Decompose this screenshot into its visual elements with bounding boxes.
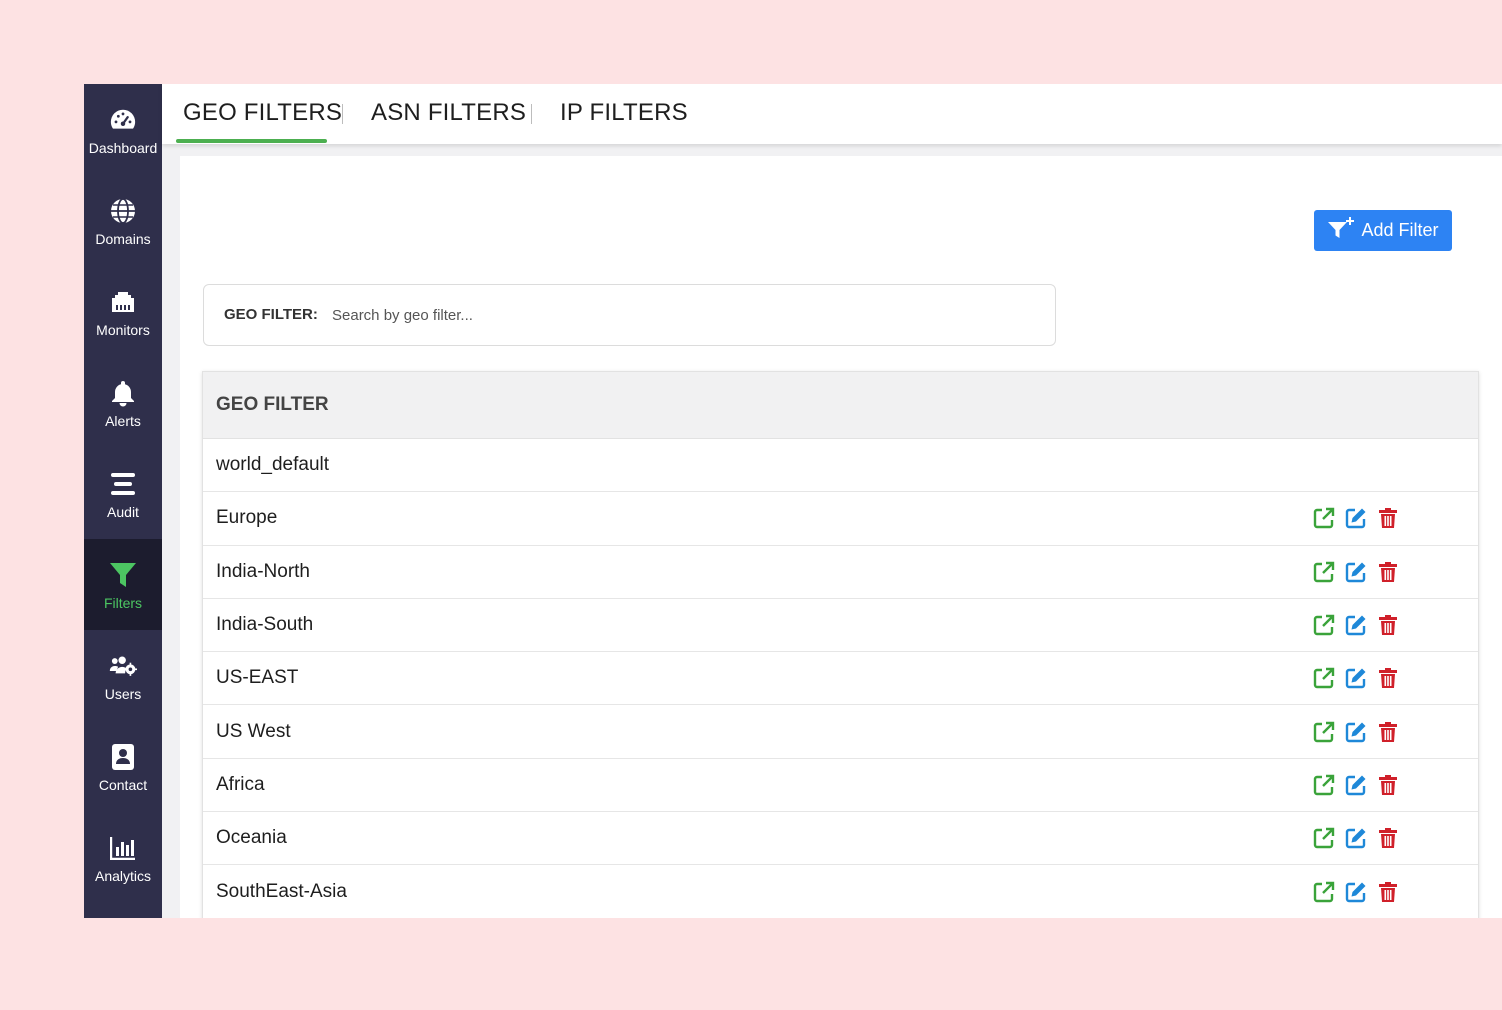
geo-filter-name: world_default [216,454,330,476]
gauge-icon [109,106,137,134]
trash-icon[interactable] [1377,561,1399,583]
filter-icon [109,561,137,589]
open-external-icon[interactable] [1313,667,1335,689]
edit-icon[interactable] [1345,881,1367,903]
open-external-icon[interactable] [1313,507,1335,529]
sidebar-item-label: Filters [103,595,143,611]
main-content: Add Filter GEO FILTER: GEO FILTER world_… [180,156,1502,918]
geo-filter-name: Africa [216,773,265,795]
bell-icon [109,379,137,407]
table-row[interactable]: SouthEast-Asia [203,865,1478,918]
table-header: GEO FILTER [203,372,1478,439]
filter-tabs: GEO FILTERS ASN FILTERS IP FILTERS [162,84,1502,144]
sidebar-item-monitors[interactable]: Monitors [84,266,162,357]
row-actions [1313,599,1399,651]
tab-geo-filters[interactable]: GEO FILTERS [183,99,342,127]
row-actions [1313,546,1399,598]
trash-icon[interactable] [1377,881,1399,903]
row-actions [1313,492,1399,544]
table-body: world_default Europe India-North India-Sout… [203,439,1478,918]
trash-icon[interactable] [1377,827,1399,849]
tab-separator [531,104,532,124]
sidebar-item-label: Domains [95,231,151,247]
sidebar-item-filters[interactable]: Filters [84,539,162,630]
table-row[interactable]: India-South [203,599,1478,653]
edit-icon[interactable] [1345,667,1367,689]
sidebar-item-label: Contact [98,777,148,793]
open-external-icon[interactable] [1313,774,1335,796]
add-filter-label: Add Filter [1361,220,1439,240]
sidebar-item-contact[interactable]: Contact [84,721,162,812]
sidebar-item-domains[interactable]: Domains [84,175,162,266]
geo-filter-name: SouthEast-Asia [216,880,347,902]
edit-icon[interactable] [1345,827,1367,849]
sidebar-item-label: Dashboard [88,140,158,156]
tab-separator [342,104,343,124]
sidebar-item-alerts[interactable]: Alerts [84,357,162,448]
geo-filter-name: India-South [216,614,314,636]
trash-icon[interactable] [1377,667,1399,689]
sidebar-item-label: Audit [107,504,139,520]
row-actions [1313,759,1399,811]
sidebar-item-dashboard[interactable]: Dashboard [84,84,162,175]
tab-ip-filters[interactable]: IP FILTERS [560,99,688,127]
contact-book-icon [109,743,137,771]
geo-filter-name: US-EAST [216,667,299,689]
open-external-icon[interactable] [1313,881,1335,903]
globe-icon [109,197,137,225]
trash-icon[interactable] [1377,507,1399,529]
edit-icon[interactable] [1345,614,1367,636]
edit-icon[interactable] [1345,774,1367,796]
sidebar-item-label: Users [104,686,142,702]
search-input[interactable] [332,297,1032,333]
open-external-icon[interactable] [1313,721,1335,743]
add-filter-button[interactable]: Add Filter [1314,210,1452,251]
app-window: Dashboard Domains Monitors Alerts Audit [84,84,1502,918]
table-row[interactable]: world_default [203,439,1478,493]
trash-icon[interactable] [1377,614,1399,636]
tab-asn-filters[interactable]: ASN FILTERS [371,99,526,127]
open-external-icon[interactable] [1313,614,1335,636]
users-cog-icon [109,652,137,680]
open-external-icon[interactable] [1313,561,1335,583]
sidebar-item-users[interactable]: Users [84,630,162,721]
row-actions [1313,865,1399,917]
sidebar-item-audit[interactable]: Audit [84,448,162,539]
active-tab-indicator [176,139,327,143]
search-label: GEO FILTER: [224,306,318,323]
bar-chart-icon [109,834,137,862]
sidebar-item-label: Alerts [105,413,141,429]
geo-filter-name: Oceania [216,827,287,849]
row-actions [1313,652,1399,704]
edit-icon[interactable] [1345,507,1367,529]
trash-icon[interactable] [1377,774,1399,796]
geo-filter-table: GEO FILTER world_default Europe India-Nort… [202,371,1479,918]
sidebar-item-label: Analytics [94,868,152,884]
sidebar-item-analytics[interactable]: Analytics [84,812,162,903]
sidebar-item-label: Monitors [96,322,150,338]
row-actions [1313,705,1399,757]
row-actions [1313,812,1399,864]
filter-plus-icon [1327,217,1355,244]
table-row[interactable]: Africa [203,759,1478,813]
table-row[interactable]: Europe [203,492,1478,546]
ethernet-icon [109,288,137,316]
geo-filter-name: Europe [216,507,278,529]
trash-icon[interactable] [1377,721,1399,743]
geo-filter-search: GEO FILTER: [203,284,1056,346]
table-row[interactable]: Oceania [203,812,1478,866]
list-icon [109,470,137,498]
table-row[interactable]: US-EAST [203,652,1478,706]
sidebar: Dashboard Domains Monitors Alerts Audit [84,84,162,918]
open-external-icon[interactable] [1313,827,1335,849]
table-row[interactable]: US West [203,705,1478,759]
edit-icon[interactable] [1345,721,1367,743]
geo-filter-name: US West [216,720,291,742]
geo-filter-name: India-North [216,560,310,582]
table-row[interactable]: India-North [203,546,1478,599]
edit-icon[interactable] [1345,561,1367,583]
